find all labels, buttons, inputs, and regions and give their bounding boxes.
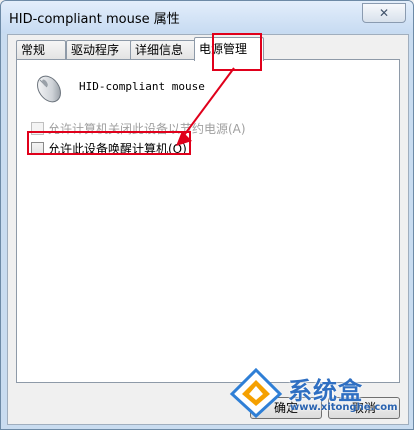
allow-wake-option[interactable]: 允许此设备唤醒计算机(O) — [31, 140, 187, 157]
tab-label: 驱动程序 — [71, 43, 120, 57]
allow-wake-label: 允许此设备唤醒计算机(O) — [48, 142, 187, 156]
watermark-url: www.xitonghe.com — [290, 402, 398, 413]
properties-dialog: HID-compliant mouse 属性 ✕ 常规 驱动程序 详细信息 电源… — [0, 0, 414, 430]
tab-label: 电源管理 — [199, 42, 248, 56]
watermark-brand: 系统盒 — [288, 377, 363, 405]
allow-wake-checkbox[interactable] — [31, 142, 44, 155]
dialog-body: 常规 驱动程序 详细信息 电源管理 HID-compliant mouse 允许… — [7, 34, 409, 425]
device-header: HID-compliant mouse — [31, 70, 205, 106]
watermark-logo: 系统盒 www.xitonghe.com — [228, 368, 398, 420]
tab-label: 常规 — [21, 43, 46, 57]
tab-details[interactable]: 详细信息 — [130, 40, 196, 60]
brand-logo-icon — [229, 368, 283, 418]
close-button[interactable]: ✕ — [362, 3, 406, 23]
close-icon: ✕ — [378, 6, 390, 20]
allow-power-off-label: 允许计算机关闭此设备以节约电源(A) — [48, 122, 246, 136]
tab-general[interactable]: 常规 — [16, 40, 66, 60]
tab-driver[interactable]: 驱动程序 — [66, 40, 132, 60]
window-title: HID-compliant mouse 属性 — [9, 12, 180, 27]
power-management-panel: HID-compliant mouse 允许计算机关闭此设备以节约电源(A) 允… — [16, 59, 400, 383]
allow-power-off-option: 允许计算机关闭此设备以节约电源(A) — [31, 120, 246, 137]
tab-power-management[interactable]: 电源管理 — [194, 37, 264, 61]
device-name: HID-compliant mouse — [79, 80, 205, 93]
allow-power-off-checkbox — [31, 122, 44, 135]
title-bar[interactable]: HID-compliant mouse 属性 ✕ — [1, 1, 413, 33]
mouse-icon — [37, 75, 61, 103]
tab-label: 详细信息 — [135, 43, 184, 57]
